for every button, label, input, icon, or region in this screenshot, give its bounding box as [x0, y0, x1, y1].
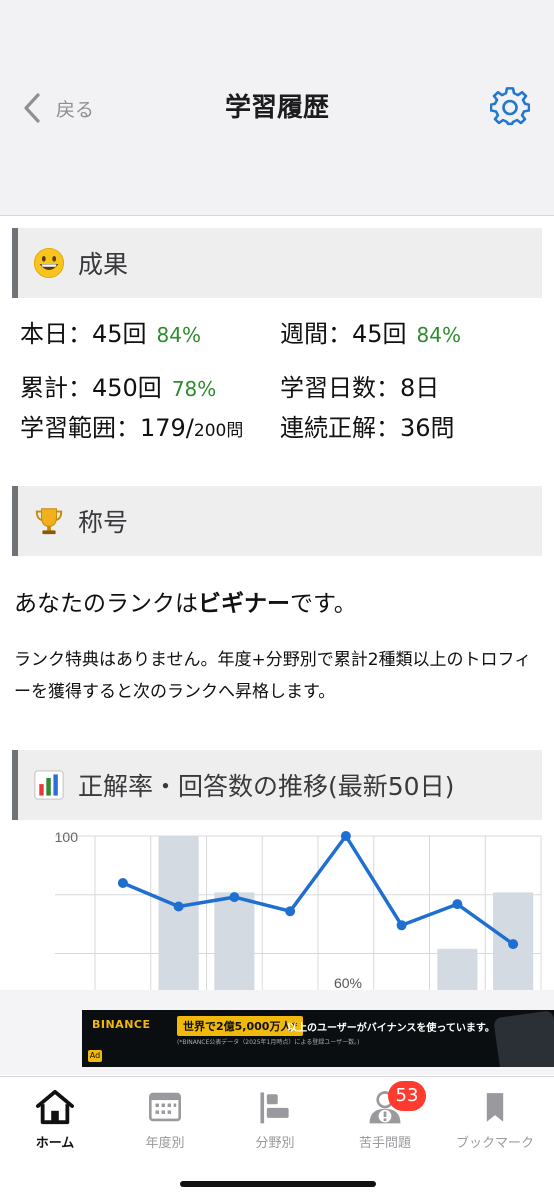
today-stat: 本日：45回 84% — [20, 314, 201, 349]
ad-brand: BINANCE — [92, 1018, 151, 1031]
trend-chart-svg: 100 60% — [55, 829, 542, 990]
data-point — [340, 831, 351, 841]
trend-title: 正解率・回答数の推移(最新50日) — [78, 772, 455, 801]
tab-home[interactable]: ホーム — [0, 1077, 110, 1163]
tab-home-label: ホーム — [35, 1136, 75, 1151]
rank-section-header: 称号 — [12, 486, 542, 556]
streak-label: 連続正解：36問 — [280, 414, 455, 442]
tab-category[interactable]: 分野別 — [220, 1077, 330, 1163]
week-label: 週間：45回 — [280, 320, 407, 348]
tab-weak[interactable]: 苦手問題 53 — [330, 1077, 440, 1163]
rank-line-pre: あなたのランクは — [14, 591, 198, 617]
data-point — [117, 878, 128, 888]
y-tick-top: 100 — [55, 829, 79, 845]
rank-line: あなたのランクはビギナーです。 — [14, 584, 357, 618]
nav-header: 戻る 学習履歴 — [0, 0, 554, 216]
category-bars-icon — [253, 1087, 297, 1127]
trophy-icon — [32, 504, 66, 538]
tab-bookmark-label: ブックマーク — [455, 1136, 534, 1151]
tab-year-label: 年度別 — [145, 1136, 185, 1151]
data-point — [508, 939, 519, 950]
chart-bar — [437, 948, 478, 990]
home-indicator — [180, 1181, 376, 1187]
grinning-face-icon — [32, 246, 66, 280]
streak-stat: 連続正解：36問 — [280, 408, 455, 443]
today-pct: 84% — [156, 323, 201, 347]
ad-badge: 世界で2億5,000万人* — [177, 1016, 304, 1036]
tab-year[interactable]: 年度別 — [110, 1077, 220, 1163]
chart-bar — [214, 892, 255, 990]
results-section-header: 成果 — [12, 228, 542, 298]
tab-weak-label: 苦手問題 — [358, 1136, 411, 1151]
rank-line-post: です。 — [290, 591, 357, 617]
calendar-icon — [143, 1087, 187, 1127]
data-point — [452, 899, 463, 910]
trend-chart: 100 60% — [0, 820, 554, 990]
rank-note: ランク特典はありません。年度+分野別で累計2種類以上のトロフィーを獲得すると次の… — [14, 650, 532, 702]
data-point — [229, 892, 240, 903]
tab-category-label: 分野別 — [255, 1136, 295, 1151]
days-label: 学習日数：8日 — [280, 374, 440, 402]
week-stat: 週間：45回 84% — [280, 314, 461, 349]
chart-bar — [158, 836, 199, 990]
ad-banner[interactable]: BINANCE 世界で2億5,000万人* 以上のユーザーがバイナンスを使ってい… — [82, 1010, 554, 1067]
ad-note: (*BINANCE公表データ（2025年1月時点）による登録ユーザー数。) — [177, 1039, 360, 1046]
bookmark-icon — [473, 1087, 517, 1127]
rank-title: 称号 — [78, 508, 129, 537]
today-label: 本日：45回 — [20, 320, 147, 348]
settings-button[interactable] — [489, 87, 531, 127]
phone-image — [493, 1010, 554, 1067]
data-point — [285, 906, 296, 917]
home-icon — [33, 1087, 77, 1127]
ad-text: 以上のユーザーがバイナンスを使っています。 — [287, 1023, 495, 1034]
gear-icon — [489, 87, 531, 126]
data-point — [173, 901, 184, 912]
days-stat: 学習日数：8日 — [280, 368, 439, 403]
rank-name: ビギナー — [198, 591, 290, 617]
chart-annotation: 60% — [334, 975, 362, 990]
week-pct: 84% — [416, 323, 461, 347]
tab-bookmark[interactable]: ブックマーク — [440, 1077, 550, 1163]
total-pct: 78% — [171, 377, 217, 401]
range-stat: 学習範囲：179/200問 — [20, 408, 243, 443]
range-label: 学習範囲：179/ — [20, 414, 194, 442]
results-title: 成果 — [78, 250, 129, 279]
trend-section-header: 正解率・回答数の推移(最新50日) — [12, 750, 542, 820]
total-stat: 累計：450回 78% — [20, 368, 216, 403]
ad-mark: Ad — [88, 1050, 102, 1062]
weak-count-badge: 53 — [388, 1081, 426, 1111]
page-title: 学習履歴 — [224, 93, 329, 123]
total-label: 累計：450回 — [20, 374, 162, 402]
bar-chart-icon — [32, 768, 66, 802]
range-total: 200問 — [193, 421, 244, 441]
tab-bar: ホーム 年度別 分野別 苦手問題 53 ブックマーク — [0, 1076, 554, 1200]
data-point — [396, 920, 407, 931]
